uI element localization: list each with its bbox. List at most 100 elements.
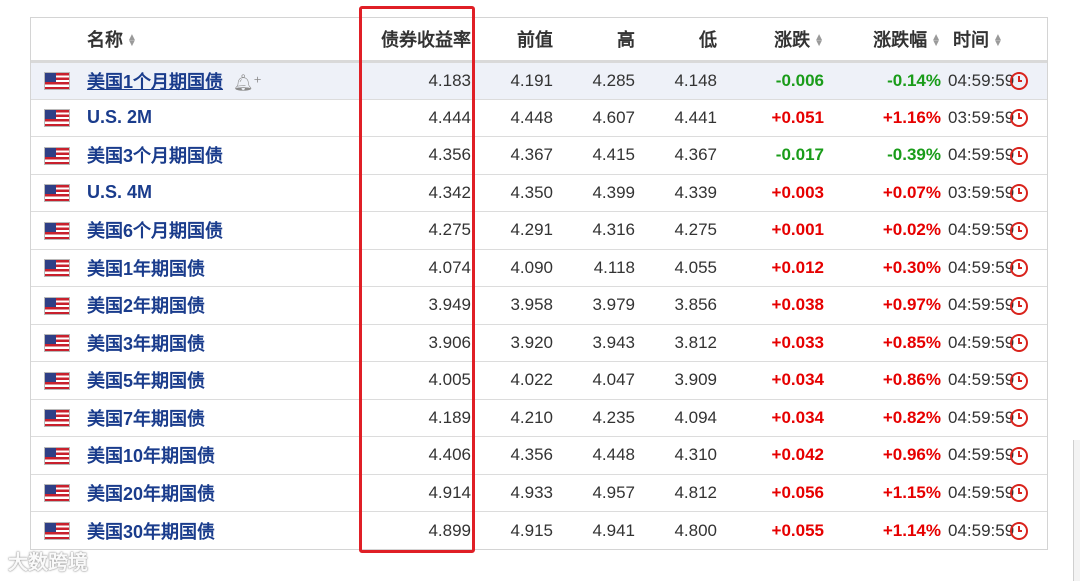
name-cell[interactable]: 美国10年期国债 [83, 436, 360, 475]
sort-arrows-icon[interactable]: ▲ ▼ [127, 33, 137, 49]
prev-cell: 4.191 [477, 61, 559, 100]
bond-name-link[interactable]: 美国2年期国债 [87, 296, 205, 316]
table-row[interactable]: U.S. 4M 4.342 4.350 4.399 4.339 +0.003 +0.07% 0… [31, 174, 1047, 212]
clock-cell [1009, 474, 1047, 512]
bond-name-link[interactable]: 美国5年期国债 [87, 371, 205, 391]
high-cell: 4.047 [559, 361, 641, 400]
change-pct-cell: +1.16% [830, 99, 947, 137]
clock-icon[interactable] [1010, 259, 1028, 278]
low-cell: 3.856 [641, 286, 723, 325]
clock-icon[interactable] [1010, 446, 1028, 465]
time-cell: 04:59:59 [947, 399, 1014, 437]
name-cell[interactable]: 美国6个月期国债 [83, 211, 360, 250]
name-cell[interactable]: U.S. 4M [83, 174, 360, 212]
us-flag-icon [44, 484, 70, 503]
name-cell[interactable]: 美国2年期国债 [83, 286, 360, 325]
clock-icon[interactable] [1010, 484, 1028, 503]
bond-name-link[interactable]: 美国20年期国债 [87, 484, 215, 504]
bond-name-link[interactable]: 美国1个月期国债 [87, 72, 223, 92]
table-row[interactable]: 美国2年期国债 3.949 3.958 3.979 3.856 +0.038 +0.97% 0… [31, 286, 1047, 325]
clock-cell [1009, 174, 1047, 212]
change-cell: +0.034 [723, 399, 830, 437]
change-cell: -0.006 [723, 61, 830, 100]
sort-arrows-icon[interactable]: ▲ ▼ [814, 33, 824, 49]
us-flag-icon [44, 259, 70, 278]
prev-cell: 4.022 [477, 361, 559, 400]
table-row[interactable]: 美国30年期国债 4.899 4.915 4.941 4.800 +0.055 +1.14%… [31, 512, 1047, 550]
bond-name-link[interactable]: 美国30年期国债 [87, 522, 215, 542]
table-row[interactable]: 美国6个月期国债 4.275 4.291 4.316 4.275 +0.001 +0.02%… [31, 211, 1047, 250]
watermark-text: 大数跨境 [8, 552, 88, 574]
clock-icon[interactable] [1010, 296, 1028, 315]
name-cell[interactable]: 美国1年期国债 [83, 249, 360, 287]
clock-icon[interactable] [1010, 72, 1028, 91]
bond-name-link[interactable]: U.S. 2M [87, 107, 152, 127]
flag-cell [31, 174, 83, 212]
name-column-header[interactable]: 名称 ▲ ▼ [83, 18, 360, 63]
low-cell: 4.148 [641, 61, 723, 100]
sort-arrows-icon[interactable]: ▲ ▼ [931, 33, 941, 49]
name-cell[interactable]: 美国3个月期国债 [83, 136, 360, 175]
clock-icon[interactable] [1010, 146, 1028, 165]
clock-icon[interactable] [1010, 334, 1028, 353]
name-cell[interactable]: 美国5年期国债 [83, 361, 360, 400]
name-cell[interactable]: 美国1个月期国债 🔔︎⁺ [83, 61, 360, 100]
prev-cell: 4.448 [477, 99, 559, 137]
prev-cell: 4.210 [477, 399, 559, 437]
time-header-label: 时间 [953, 30, 990, 50]
high-cell: 3.943 [559, 324, 641, 362]
low-header-label: 低 [699, 30, 717, 50]
yield-cell: 3.906 [360, 324, 477, 362]
low-cell: 4.339 [641, 174, 723, 212]
flag-cell [31, 436, 83, 475]
yield-cell: 4.005 [360, 361, 477, 400]
flag-cell [31, 286, 83, 325]
bond-name-link[interactable]: 美国7年期国债 [87, 409, 205, 429]
clock-icon[interactable] [1010, 371, 1028, 390]
change-column-header[interactable]: 涨跌 ▲ ▼ [723, 18, 830, 63]
table-row[interactable]: 美国7年期国债 4.189 4.210 4.235 4.094 +0.034 +0.82% 0… [31, 399, 1047, 437]
table-header-row: 名称 ▲ ▼ 债券收益率 前值 高 低 涨跌 ▲ ▼ 涨跌幅 ▲ ▼ 时间 ▲ ▼ [31, 18, 1047, 63]
clock-icon[interactable] [1010, 109, 1028, 128]
change-cell: +0.056 [723, 474, 830, 512]
bond-name-link[interactable]: 美国3年期国债 [87, 334, 205, 354]
table-row[interactable]: U.S. 2M 4.444 4.448 4.607 4.441 +0.051 +1.16% 0… [31, 99, 1047, 137]
bond-name-link[interactable]: 美国1年期国债 [87, 259, 205, 279]
table-row[interactable]: 美国1年期国债 4.074 4.090 4.118 4.055 +0.012 +0.30% 0… [31, 249, 1047, 287]
change-pct-column-header[interactable]: 涨跌幅 ▲ ▼ [830, 18, 947, 63]
table-row[interactable]: 美国1个月期国债 🔔︎⁺ 4.183 4.191 4.285 4.148 -0.006 -0.… [31, 61, 1047, 100]
name-cell[interactable]: U.S. 2M [83, 99, 360, 137]
name-cell[interactable]: 美国30年期国债 [83, 512, 360, 550]
bell-plus-icon[interactable]: 🔔︎⁺ [233, 73, 262, 93]
change-cell: +0.003 [723, 174, 830, 212]
low-cell: 4.055 [641, 249, 723, 287]
name-cell[interactable]: 美国20年期国债 [83, 474, 360, 512]
time-cell: 03:59:59 [947, 174, 1014, 212]
clock-icon[interactable] [1010, 522, 1028, 541]
change-cell: +0.034 [723, 361, 830, 400]
yield-cell: 4.406 [360, 436, 477, 475]
time-column-header[interactable]: 时间 ▲ ▼ [947, 18, 1009, 63]
bond-name-link[interactable]: 美国6个月期国债 [87, 221, 223, 241]
clock-icon[interactable] [1010, 184, 1028, 203]
us-flag-icon [44, 146, 70, 165]
clock-cell [1009, 211, 1047, 250]
bond-name-link[interactable]: 美国10年期国债 [87, 446, 215, 466]
clock-icon[interactable] [1010, 409, 1028, 428]
bond-name-link[interactable]: 美国3个月期国债 [87, 146, 223, 166]
table-row[interactable]: 美国3个月期国债 4.356 4.367 4.415 4.367 -0.017 -0.39%… [31, 136, 1047, 175]
low-cell: 3.909 [641, 361, 723, 400]
yield-cell: 4.342 [360, 174, 477, 212]
name-cell[interactable]: 美国3年期国债 [83, 324, 360, 362]
change-pct-cell: -0.14% [830, 61, 947, 100]
table-row[interactable]: 美国20年期国债 4.914 4.933 4.957 4.812 +0.056 +1.15%… [31, 474, 1047, 512]
bond-name-link[interactable]: U.S. 4M [87, 182, 152, 202]
table-row[interactable]: 美国5年期国债 4.005 4.022 4.047 3.909 +0.034 +0.86% 0… [31, 361, 1047, 400]
table-row[interactable]: 美国10年期国债 4.406 4.356 4.448 4.310 +0.042 +0.96%… [31, 436, 1047, 475]
name-cell[interactable]: 美国7年期国债 [83, 399, 360, 437]
low-cell: 4.094 [641, 399, 723, 437]
table-row[interactable]: 美国3年期国债 3.906 3.920 3.943 3.812 +0.033 +0.85% 0… [31, 324, 1047, 362]
sort-arrows-icon[interactable]: ▲ ▼ [993, 33, 1003, 49]
change-pct-cell: +0.85% [830, 324, 947, 362]
clock-icon[interactable] [1010, 221, 1028, 240]
